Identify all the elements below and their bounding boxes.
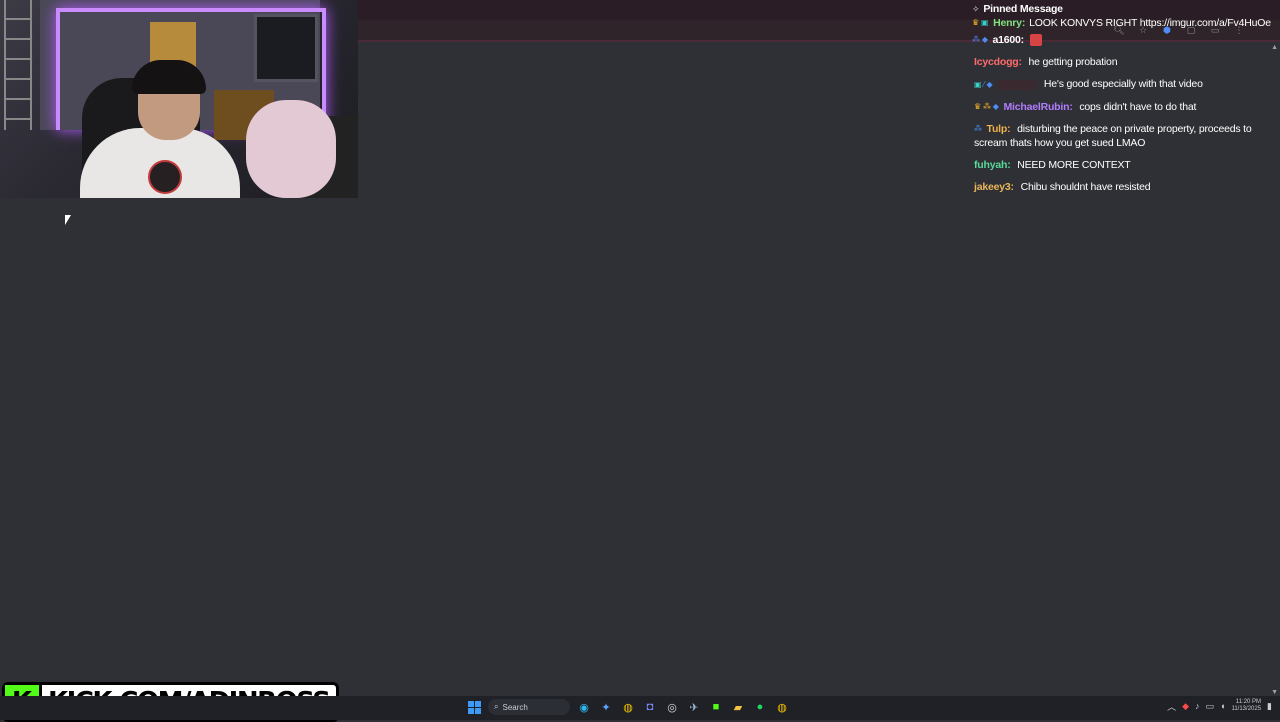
gem-badge-icon: ◆	[992, 101, 999, 111]
chat-author[interactable]: MichaelRubin:	[1003, 101, 1072, 113]
pinned-message-title: Pinned Message	[983, 3, 1063, 15]
verified-badge-icon: ⁂	[974, 124, 982, 134]
chat-author[interactable]: Tulp:	[987, 123, 1011, 135]
chat-text: he getting probation	[1028, 56, 1118, 69]
chat-message: jakeey3: Chibu shouldnt have resisted	[974, 180, 1276, 194]
subscriber-badge-icon: ▣	[974, 79, 982, 89]
spotify-icon[interactable]: ●	[752, 699, 768, 715]
browser-edge-icon[interactable]: ◉	[576, 699, 592, 715]
chat-message: fuhyah: NEED MORE CONTEXT	[974, 158, 1276, 172]
taskbar-apps: ⌕ Search ◉ ✦ ◍ ◘ ◎ ✈ ■ ▰ ● ◍	[466, 699, 790, 715]
chat-author[interactable]: Icycdogg:	[974, 56, 1022, 68]
chat-text: disturbing the peace on private property…	[974, 122, 1252, 150]
webcam-wall-frame	[254, 14, 318, 82]
file-explorer-icon[interactable]: ▰	[730, 699, 746, 715]
volume-icon[interactable]: ◖	[1220, 701, 1225, 711]
gem-badge-icon: ◆	[981, 35, 988, 45]
obs-icon[interactable]: ◎	[664, 699, 680, 715]
taskbar-search[interactable]: ⌕ Search	[488, 699, 570, 715]
pinned-message[interactable]: ♛ ▣ Henry: LOOK KONVYS RIGHT https://imgur…	[972, 16, 1276, 30]
pinned-reply-author[interactable]: a1600:	[992, 34, 1024, 46]
chat-author[interactable]: jakeey3:	[974, 181, 1014, 193]
chat-text: Chibu shouldnt have resisted	[1020, 181, 1151, 194]
taskbar: ⌕ Search ◉ ✦ ◍ ◘ ◎ ✈ ■ ▰ ● ◍ ︿ ◆ ♪ ▭ ◖ 1…	[0, 696, 1280, 720]
chrome-icon[interactable]: ◍	[620, 699, 636, 715]
discord-icon[interactable]: ◘	[642, 699, 658, 715]
system-tray: ︿ ◆ ♪ ▭ ◖ 11:20 PM 11/13/2025 ▮	[1167, 699, 1272, 713]
taskbar-search-label: Search	[502, 702, 528, 712]
webcam-shirt-logo	[148, 160, 182, 194]
chrome-active-icon[interactable]: ◍	[774, 699, 790, 715]
windows-start-icon[interactable]	[466, 699, 482, 715]
pin-icon: ✧	[972, 4, 980, 14]
chat-text: He's good especially with that video	[1043, 78, 1203, 91]
network-icon[interactable]: ▭	[1206, 701, 1215, 712]
subscriber-badge-icon: ▣	[980, 18, 989, 28]
copilot-icon[interactable]: ✦	[598, 699, 614, 715]
chat-text: NEED MORE CONTEXT	[1017, 159, 1131, 172]
verified-badge-icon: ⁄	[983, 79, 985, 89]
chat-message: ♛ ⁂ ◆ MichaelRubin: cops didn't have to do…	[974, 100, 1276, 114]
chat-panel: ✧ Pinned Message ♛ ▣ Henry: LOOK KONVYS RI…	[968, 2, 1276, 194]
clock-time: 11:20 PM	[1235, 699, 1262, 705]
notification-icon[interactable]: ▮	[1267, 701, 1272, 712]
webcam-ladder	[4, 0, 32, 130]
gem-badge-icon: ◆	[986, 79, 993, 89]
webcam-feed	[0, 0, 358, 198]
clock-date: 11/13/2025	[1231, 706, 1262, 712]
scroll-down-arrow-icon[interactable]: ▼	[1271, 689, 1278, 696]
search-icon: ⌕	[494, 702, 499, 711]
emote-icon	[1029, 34, 1042, 47]
crown-badge-icon: ♛	[974, 101, 981, 111]
chat-author[interactable]: fuhyah:	[974, 159, 1011, 171]
chat-message: ⁂ Tulp: disturbing the peace on private …	[974, 122, 1276, 150]
chat-message: Icycdogg: he getting probation	[974, 55, 1276, 69]
tray-app-icon[interactable]: ◆	[1182, 701, 1189, 712]
mouse-cursor-icon	[65, 215, 71, 225]
chat-message: ▣ ⁄ ◆ He's good especially with that video	[974, 77, 1276, 91]
pinned-text[interactable]: LOOK KONVYS RIGHT https://imgur.com/a/Fv…	[1029, 17, 1271, 29]
verified-badge-icon: ⁂	[982, 101, 991, 111]
taskbar-clock[interactable]: 11:20 PM 11/13/2025	[1231, 699, 1261, 713]
pinned-message-header: ✧ Pinned Message	[972, 2, 1276, 16]
kick-app-icon[interactable]: ■	[708, 699, 724, 715]
pinned-author[interactable]: Henry:	[993, 17, 1025, 29]
chat-text: cops didn't have to do that	[1079, 100, 1197, 113]
webcam-plush-toy	[246, 100, 336, 198]
mic-icon[interactable]: ♪	[1195, 701, 1200, 711]
pinned-reply: ⁂ ◆ a1600:	[972, 33, 1276, 47]
steam-icon[interactable]: ✈	[686, 699, 702, 715]
chat-author-redacted[interactable]	[997, 79, 1038, 90]
verified-badge-icon: ⁂	[972, 35, 980, 45]
crown-badge-icon: ♛	[972, 18, 979, 28]
tray-overflow-icon[interactable]: ︿	[1167, 700, 1176, 713]
